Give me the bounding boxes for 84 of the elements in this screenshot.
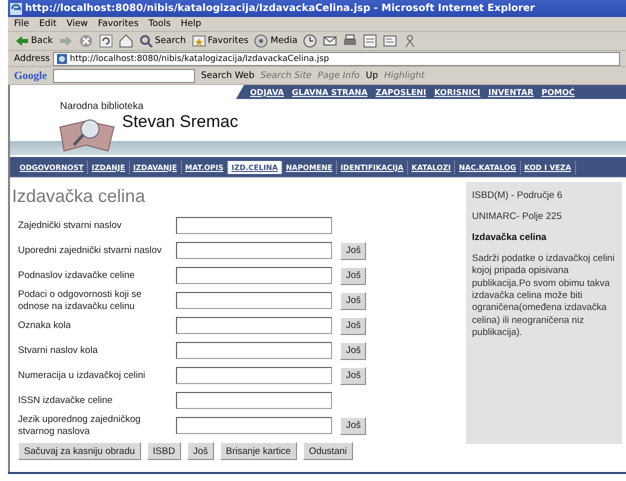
window-title: http://localhost:8080/nibis/katalogizacija/IzdavackaCelina.jsp - Microsoft Internet Explorer [25, 3, 535, 14]
stop-icon [78, 34, 93, 48]
nav-link[interactable]: INVENTAR [488, 88, 534, 96]
search-field[interactable] [53, 68, 195, 82]
more-button[interactable]: Još [340, 266, 366, 284]
more-button[interactable]: Još [340, 342, 366, 360]
logo-title: Stevan Sremac [122, 112, 238, 132]
history-icon [303, 34, 318, 48]
field-label: Podnaslov izdavačke celine [17, 270, 136, 282]
input-field[interactable] [176, 242, 332, 259]
field-label: Uporedni zajednički stvarni naslov [17, 244, 163, 256]
refresh-icon [98, 34, 113, 48]
more-button[interactable]: Još [340, 292, 366, 310]
field-label: Numeracija u izdavačkoj celini [17, 370, 146, 382]
toolbar-button[interactable]: Up [366, 70, 378, 80]
address-field[interactable]: http://localhost:8080/nibis/katalogizacija/IzdavackaCelina.jsp [52, 52, 620, 66]
input-field[interactable] [176, 417, 332, 434]
nav-link[interactable]: KORISNICI [434, 88, 480, 96]
nav-link[interactable]: GLAVNA STRANA [292, 88, 368, 96]
toolbar-button[interactable]: Search Web [201, 70, 254, 80]
refresh-button[interactable] [98, 34, 114, 48]
more-button[interactable]: Još [340, 242, 366, 260]
help-reference: ISBD(M) - Područje 6 [472, 190, 564, 201]
more-button[interactable]: Još [340, 316, 366, 334]
edit-icon [363, 34, 378, 48]
field-label: Jezik uporednog zajedničkog stvarnog naslova [17, 414, 142, 437]
field-label: Podaci o odgovornosti koji se odnose na izdavačku celinu [17, 289, 143, 312]
input-field[interactable] [176, 367, 332, 384]
browser-icon [10, 2, 22, 14]
nav-link[interactable]: ZAPOSLENI [376, 88, 426, 96]
search-button[interactable]: Search [138, 34, 187, 48]
nav-link[interactable]: ODJAVA [250, 88, 284, 96]
forward-icon [58, 34, 73, 48]
more-button[interactable]: Još [340, 416, 366, 434]
help-text: Sadrži podatke o izdavačkoj celini kojoj pripada opisivana publikacija.Po svom obimu takva izdavačka celina može biti ograničena(omeđena izdavačka celina) ili neograničena niz publikacija). [472, 253, 616, 340]
form-button[interactable]: Još [187, 442, 214, 460]
mail-button[interactable] [322, 34, 338, 48]
media-button[interactable]: Media [253, 34, 298, 48]
home-icon [118, 34, 133, 48]
menu-item[interactable]: Favorites [98, 19, 139, 29]
address-label: Address [14, 54, 50, 64]
favorites-button[interactable]: Favorites [190, 34, 250, 48]
field-label: Stvarni naslov kola [17, 344, 99, 356]
menu-item[interactable]: Edit [39, 19, 56, 29]
menu-item[interactable]: Tools [148, 19, 171, 29]
print-icon [343, 34, 358, 48]
menu-item[interactable]: File [14, 19, 30, 29]
input-field[interactable] [176, 217, 332, 234]
print-button[interactable] [342, 34, 358, 48]
input-field[interactable] [176, 292, 332, 309]
nav-link[interactable]: POMOĆ [541, 88, 575, 96]
mail-icon [323, 34, 338, 48]
media-icon [254, 34, 268, 48]
google-logo[interactable]: Google [14, 70, 47, 82]
form-button[interactable]: ISBD [146, 442, 182, 460]
history-button[interactable] [302, 34, 318, 48]
form-button[interactable]: Sačuvaj za kasniju obradu [18, 442, 141, 460]
edit-button[interactable] [362, 34, 378, 48]
menu-item[interactable]: Help [180, 19, 202, 29]
field-label: Oznaka kola [17, 320, 72, 332]
stop-button[interactable] [78, 34, 94, 48]
messenger-icon [403, 34, 418, 48]
form-button[interactable]: Odustani [302, 442, 353, 460]
form-button[interactable]: Brisanje kartice [220, 442, 297, 460]
field-label: ISSN izdavačke celine [17, 394, 114, 406]
discuss-button[interactable] [382, 34, 398, 48]
help-title: Izdavačka celina [472, 232, 548, 243]
back-icon [15, 34, 29, 48]
back-button[interactable]: Back [14, 34, 54, 48]
home-button[interactable] [118, 34, 134, 48]
page-heading: Izdavačka celina [12, 186, 146, 207]
input-field[interactable] [176, 317, 332, 334]
discuss-icon [383, 34, 398, 48]
search-icon [138, 34, 153, 48]
menu-item[interactable]: View [66, 19, 88, 29]
page-icon [56, 54, 67, 64]
input-field[interactable] [176, 267, 332, 284]
more-button[interactable]: Još [340, 366, 366, 384]
help-reference: UNIMARC- Polje 225 [472, 211, 563, 222]
input-field[interactable] [176, 392, 332, 409]
logo-subtitle: Narodna biblioteka [60, 101, 144, 112]
favorites-icon [192, 34, 206, 48]
field-label: Zajednički stvarni naslov [17, 220, 122, 232]
input-field[interactable] [176, 342, 332, 359]
